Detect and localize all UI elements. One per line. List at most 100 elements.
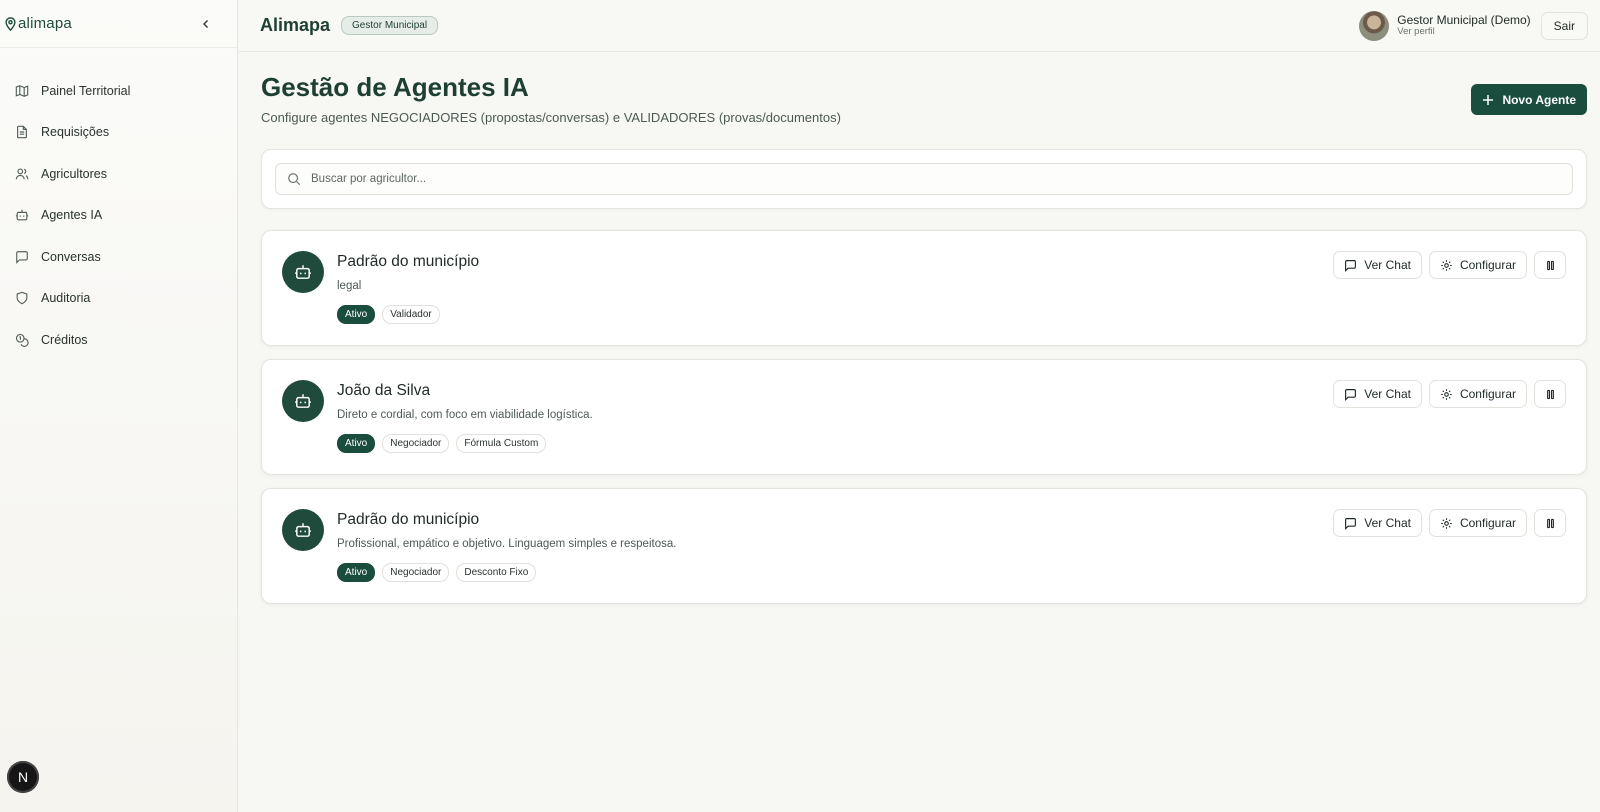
view-chat-label: Ver Chat <box>1364 387 1411 401</box>
search-box[interactable] <box>275 163 1573 195</box>
sidebar-item-label: Requisições <box>41 125 110 140</box>
sidebar-item-auditoria[interactable]: Auditoria <box>0 278 237 320</box>
sidebar-item-label: Conversas <box>41 249 101 264</box>
configure-button[interactable]: Configurar <box>1428 251 1527 279</box>
message-square-icon <box>1345 388 1357 401</box>
configure-label: Configurar <box>1459 258 1516 272</box>
file-text-icon <box>15 125 29 139</box>
sidebar-item-painel-territorial[interactable]: Painel Territorial <box>0 70 237 112</box>
sidebar-item-requisicoes[interactable]: Requisições <box>0 112 237 154</box>
bot-icon <box>295 265 311 279</box>
pause-button[interactable] <box>1534 251 1566 279</box>
user-name: Gestor Municipal (Demo) <box>1397 12 1531 27</box>
type-badge: Negociador <box>382 434 450 453</box>
sidebar-item-agentes-ia[interactable]: Agentes IA <box>0 195 237 237</box>
shield-icon <box>15 291 29 305</box>
logo[interactable]: alimapa <box>5 15 72 32</box>
view-chat-button[interactable]: Ver Chat <box>1333 251 1422 279</box>
page-subtitle: Configure agentes NEGOCIADORES (proposta… <box>261 110 841 125</box>
pause-icon <box>1546 260 1554 270</box>
message-square-icon <box>1345 259 1357 272</box>
agent-avatar <box>282 380 324 422</box>
agent-tags: Ativo Negociador Desconto Fixo <box>337 563 537 582</box>
search-card <box>261 149 1587 209</box>
sidebar-nav: Painel Territorial Requisições Agriculto… <box>0 48 237 361</box>
map-pin-icon <box>5 16 16 31</box>
view-chat-label: Ver Chat <box>1364 516 1411 530</box>
agent-name: João da Silva <box>337 382 431 399</box>
sidebar-item-creditos[interactable]: Créditos <box>0 319 237 361</box>
agent-description: legal <box>337 280 362 292</box>
coins-icon <box>15 333 29 347</box>
type-badge: Negociador <box>382 563 450 582</box>
message-square-icon <box>1345 517 1357 530</box>
agent-card: Padrão do município legal Ativo Validado… <box>261 230 1587 346</box>
agent-actions: Ver Chat Configurar <box>1333 509 1566 537</box>
agent-avatar <box>282 509 324 551</box>
configure-button[interactable]: Configurar <box>1428 380 1527 408</box>
pause-icon <box>1546 518 1554 528</box>
view-profile-link[interactable]: Ver perfil <box>1397 26 1530 37</box>
page-title: Gestão de Agentes IA <box>261 72 529 102</box>
status-badge: Ativo <box>337 434 376 453</box>
agent-avatar <box>282 251 324 293</box>
agent-name: Padrão do município <box>337 253 480 270</box>
sidebar-item-label: Créditos <box>41 332 88 347</box>
formula-badge: Fórmula Custom <box>456 434 547 453</box>
pause-button[interactable] <box>1534 380 1566 408</box>
search-icon <box>288 173 301 186</box>
top-bar: Alimapa Gestor Municipal Gestor Municipa… <box>239 0 1600 52</box>
message-square-icon <box>15 250 29 264</box>
sidebar-item-label: Auditoria <box>41 291 91 306</box>
role-badge: Gestor Municipal <box>341 16 439 35</box>
sidebar-header: alimapa <box>0 0 237 48</box>
logo-text: alimapa <box>18 15 72 32</box>
plus-icon <box>1483 94 1494 105</box>
agent-description: Profissional, empático e objetivo. Lingu… <box>337 538 677 550</box>
type-badge: Validador <box>382 305 440 324</box>
agent-tags: Ativo Negociador Fórmula Custom <box>337 434 547 453</box>
view-chat-button[interactable]: Ver Chat <box>1333 509 1422 537</box>
agent-card: Padrão do município Profissional, empáti… <box>261 488 1587 604</box>
configure-label: Configurar <box>1459 387 1516 401</box>
map-icon <box>15 84 29 98</box>
agent-tags: Ativo Validador <box>337 305 440 324</box>
users-icon <box>15 167 29 181</box>
sidebar-item-agricultores[interactable]: Agricultores <box>0 153 237 195</box>
pause-button[interactable] <box>1534 509 1566 537</box>
status-badge: Ativo <box>337 563 376 582</box>
view-chat-label: Ver Chat <box>1364 258 1411 272</box>
user-info: Gestor Municipal (Demo) Ver perfil <box>1397 12 1531 38</box>
collapse-sidebar-button[interactable] <box>197 15 215 33</box>
agent-card: João da Silva Direto e cordial, com foco… <box>261 359 1587 475</box>
dev-tools-badge[interactable]: N <box>7 761 39 793</box>
bot-icon <box>295 523 311 537</box>
status-badge: Ativo <box>337 305 376 324</box>
gear-icon <box>1441 259 1452 271</box>
agent-name: Padrão do município <box>337 511 480 528</box>
chevron-left-icon <box>203 19 208 28</box>
logout-button[interactable]: Sair <box>1540 11 1588 40</box>
agent-actions: Ver Chat Configurar <box>1333 380 1566 408</box>
gear-icon <box>1441 517 1452 529</box>
user-avatar[interactable] <box>1359 10 1390 41</box>
app-brand: Alimapa <box>260 15 331 35</box>
sidebar-item-label: Agricultores <box>41 166 107 181</box>
sidebar-item-label: Agentes IA <box>41 208 103 223</box>
sidebar: alimapa Painel Territorial Requisições A… <box>0 0 238 812</box>
pricing-badge: Desconto Fixo <box>456 563 537 582</box>
search-input[interactable] <box>311 173 1572 185</box>
sidebar-item-conversas[interactable]: Conversas <box>0 236 237 278</box>
new-agent-label: Novo Agente <box>1502 92 1576 107</box>
pause-icon <box>1546 389 1554 399</box>
new-agent-button[interactable]: Novo Agente <box>1471 84 1587 115</box>
bot-icon <box>295 394 311 408</box>
agent-actions: Ver Chat Configurar <box>1333 251 1566 279</box>
gear-icon <box>1441 388 1452 400</box>
configure-label: Configurar <box>1459 516 1516 530</box>
bot-icon <box>15 208 29 222</box>
configure-button[interactable]: Configurar <box>1428 509 1527 537</box>
view-chat-button[interactable]: Ver Chat <box>1333 380 1422 408</box>
sidebar-item-label: Painel Territorial <box>41 83 131 98</box>
agent-description: Direto e cordial, com foco em viabilidad… <box>337 409 593 421</box>
